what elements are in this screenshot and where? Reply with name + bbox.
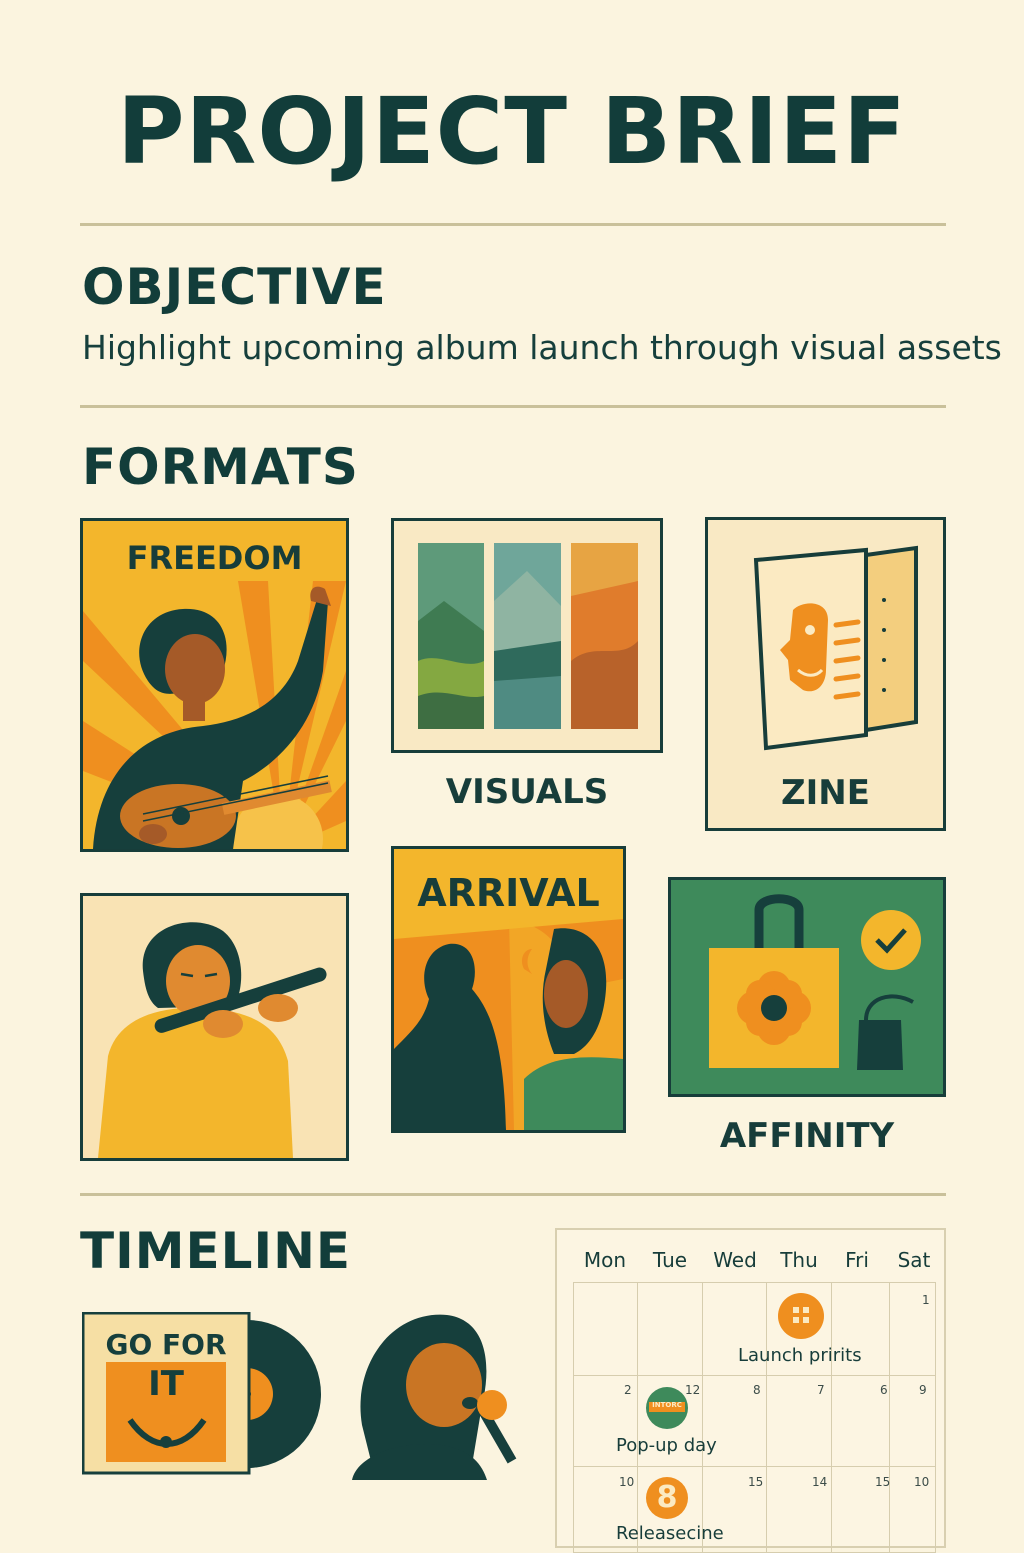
calendar-day-number: 14 [812, 1475, 828, 1489]
badge-icon[interactable]: INTORC [646, 1387, 688, 1429]
day-header-thu: Thu [780, 1248, 818, 1272]
calendar-day-number: 2 [624, 1383, 632, 1397]
timeline-calendar: Mon Tue Wed Thu Fri Sat 1 2 12 8 7 6 9 1… [555, 1228, 946, 1553]
zine-label: ZINE [781, 773, 870, 813]
event-release[interactable]: Releasecine [616, 1523, 724, 1544]
badge-text: INTORC [652, 1401, 682, 1409]
objective-heading: OBJECTIVE [82, 258, 387, 316]
number-icon[interactable]: 8 [646, 1477, 688, 1519]
visuals-swatches-illustration [418, 543, 638, 729]
singer-illustration [352, 1314, 517, 1480]
day-header-mon: Mon [583, 1248, 627, 1272]
formats-heading: FORMATS [82, 438, 359, 496]
calendar-day-number: 8 [753, 1383, 761, 1397]
day-header-sat: Sat [897, 1248, 931, 1272]
freedom-title: FREEDOM [126, 539, 303, 577]
calendar-day-number: 15 [875, 1475, 891, 1489]
format-card-visuals[interactable] [391, 518, 663, 753]
format-card-arrival[interactable]: ARRIVAL [391, 846, 626, 1133]
calendar-day-number: 15 [748, 1475, 764, 1489]
divider [80, 223, 946, 226]
calendar-cell[interactable] [638, 1283, 703, 1376]
format-card-flute[interactable] [80, 893, 349, 1161]
day-header-wed: Wed [713, 1248, 757, 1272]
album-title-line1: GO FOR [105, 1328, 227, 1361]
grid-glyph-icon [793, 1307, 809, 1323]
affinity-label: AFFINITY [719, 1116, 895, 1156]
event-launch-prints[interactable]: Launch pririts [738, 1345, 862, 1366]
day-header-tue: Tue [652, 1248, 688, 1272]
day-header-fri: Fri [845, 1248, 869, 1272]
visuals-label: VISUALS [445, 772, 609, 812]
format-card-zine[interactable]: ZINE [705, 517, 946, 831]
calendar-cell[interactable] [890, 1376, 936, 1467]
grid-icon[interactable] [778, 1293, 824, 1339]
zine-booklet-illustration [753, 545, 918, 751]
calendar-day-number: 1 [922, 1293, 930, 1307]
calendar-day-number: 7 [817, 1383, 825, 1397]
arrival-title: ARRIVAL [417, 871, 600, 915]
calendar-grid: 1 2 12 8 7 6 9 10 15 14 15 10 Launch pri… [573, 1282, 936, 1553]
calendar-day-number: 9 [919, 1383, 927, 1397]
calendar-cell[interactable] [574, 1283, 638, 1376]
page-title: PROJECT BRIEF [117, 78, 907, 185]
event-pop-up-day[interactable]: Pop-up day [616, 1435, 717, 1456]
format-card-freedom[interactable]: FREEDOM [80, 518, 349, 852]
calendar-day-number: 12 [685, 1383, 701, 1397]
divider [80, 1193, 946, 1196]
flute-player-illustration [83, 896, 346, 1158]
affinity-tote-illustration [671, 880, 943, 1094]
album-title-line2: IT [148, 1364, 184, 1404]
calendar-day-number: 10 [914, 1475, 930, 1489]
calendar-day-number: 10 [619, 1475, 635, 1489]
calendar-day-number: 6 [880, 1383, 888, 1397]
album-illustration: GO FOR IT [82, 1312, 332, 1477]
divider [80, 405, 946, 408]
format-card-affinity[interactable] [668, 877, 946, 1097]
timeline-heading: TIMELINE [80, 1222, 352, 1280]
objective-text: Highlight upcoming album launch through … [82, 328, 1002, 367]
